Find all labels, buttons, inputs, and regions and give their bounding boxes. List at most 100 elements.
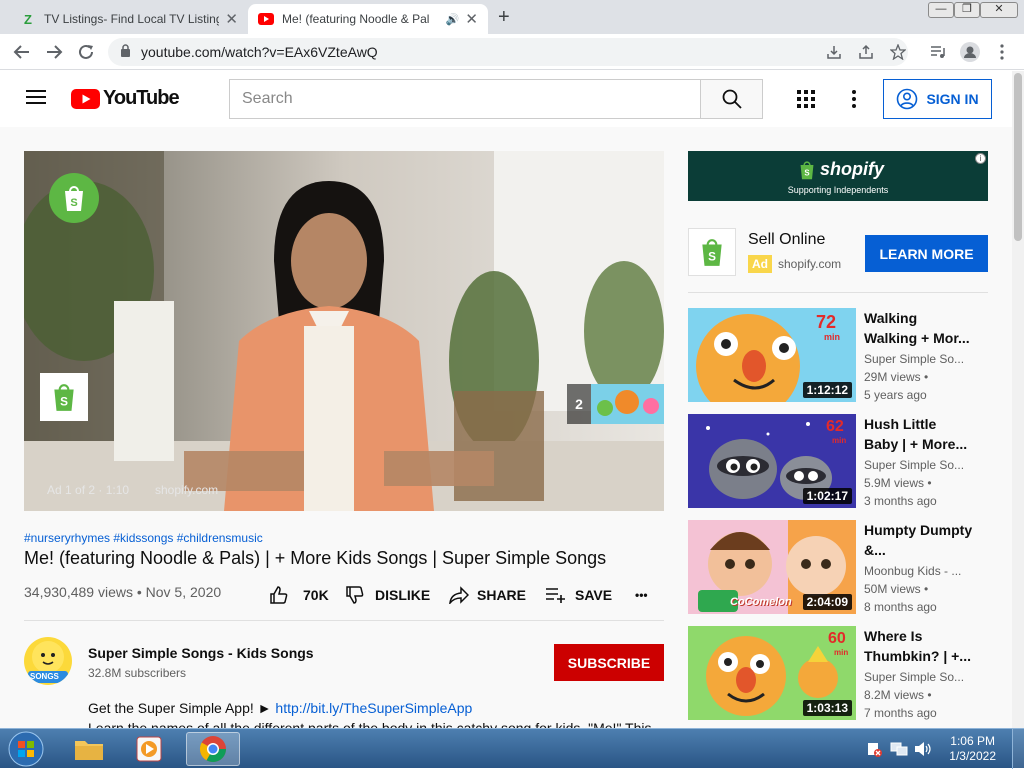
- share-label: SHARE: [477, 587, 527, 603]
- thumbs-up-icon: [270, 586, 288, 604]
- sign-in-button[interactable]: SIGN IN: [883, 79, 992, 119]
- url-text: youtube.com/watch?v=EAx6VZteAwQ: [141, 44, 378, 60]
- dislike-button[interactable]: DISLIKE: [345, 584, 430, 606]
- scrollbar-thumb[interactable]: [1014, 73, 1022, 241]
- taskbar-chrome[interactable]: [186, 732, 240, 766]
- subscribe-button[interactable]: SUBSCRIBE: [554, 644, 664, 681]
- media-control-button[interactable]: [926, 40, 950, 64]
- duration-badge-unit: min: [832, 436, 847, 445]
- back-button[interactable]: [10, 40, 34, 64]
- system-clock[interactable]: 1:06 PM 1/3/2022: [949, 734, 996, 764]
- youtube-icon: [258, 11, 274, 27]
- description-link[interactable]: http://bit.ly/TheSuperSimpleApp: [275, 700, 472, 716]
- shopify-bag-icon: S: [800, 161, 814, 179]
- save-button[interactable]: SAVE: [545, 584, 612, 606]
- hashtags[interactable]: #nurseryrhymes #kidssongs #childrensmusi…: [24, 531, 263, 545]
- action-center-icon[interactable]: [866, 741, 882, 762]
- recommendation-item[interactable]: 60 min 1:03:13 Where Is Thumbkin? | +...…: [688, 626, 988, 722]
- recommendation-title[interactable]: Hush Little Baby | + More...: [864, 414, 974, 454]
- recommendation-channel[interactable]: Super Simple So...: [864, 352, 964, 366]
- more-actions-button[interactable]: •••: [635, 584, 648, 606]
- recommendation-channel[interactable]: Moonbug Kids - ...: [864, 564, 964, 578]
- share-page-button[interactable]: [854, 40, 878, 64]
- start-button[interactable]: [4, 730, 48, 768]
- star-icon: [890, 44, 906, 60]
- recommendation-item[interactable]: 72 min 1:12:12 Walking Walking + Mor... …: [688, 308, 988, 404]
- close-icon[interactable]: ✕: [225, 10, 238, 28]
- description-line-1: Get the Super Simple App! ► http://bit.l…: [88, 700, 472, 716]
- show-desktop-button[interactable]: [1012, 729, 1024, 769]
- close-window-button[interactable]: ✕: [980, 2, 1018, 18]
- ad-headline[interactable]: Sell Online: [748, 231, 825, 249]
- arrow-left-icon: [13, 45, 29, 59]
- grid-icon: [797, 90, 815, 108]
- subscriber-count: 32.8M subscribers: [88, 666, 187, 680]
- video-thumbnail[interactable]: 72 min 1:12:12: [688, 308, 856, 402]
- ad-brand-thumbnail[interactable]: S: [40, 373, 88, 421]
- ad-info-icon[interactable]: i: [975, 153, 986, 164]
- shopify-logo-overlay[interactable]: S: [49, 173, 99, 223]
- recommendation-title[interactable]: Walking Walking + Mor...: [864, 308, 974, 348]
- taskbar-media-player[interactable]: [122, 732, 176, 766]
- scrollbar[interactable]: [1012, 71, 1024, 728]
- taskbar-file-explorer[interactable]: [62, 732, 116, 766]
- apps-button[interactable]: [797, 90, 815, 113]
- video-player[interactable]: S S 2: [24, 151, 664, 511]
- search-button[interactable]: [700, 79, 763, 119]
- maximize-button[interactable]: ❐: [954, 2, 980, 18]
- clock-date: 1/3/2022: [949, 749, 996, 763]
- channel-name[interactable]: Super Simple Songs - Kids Songs: [88, 645, 314, 661]
- video-thumbnail[interactable]: CoComelon 2:04:09: [688, 520, 856, 614]
- settings-menu-button[interactable]: [852, 90, 856, 113]
- like-count: 70K: [303, 587, 329, 603]
- volume-icon[interactable]: [914, 741, 932, 762]
- profile-button[interactable]: [958, 40, 982, 64]
- ad-advertiser-logo[interactable]: S: [688, 228, 736, 276]
- ad-domain: shopify.com: [778, 257, 842, 271]
- next-video-thumbnail: [597, 390, 659, 416]
- share-button[interactable]: SHARE: [449, 584, 526, 606]
- hamburger-menu-button[interactable]: [26, 89, 46, 110]
- network-icon[interactable]: [890, 741, 908, 762]
- like-button[interactable]: 70K: [269, 584, 329, 606]
- forward-button[interactable]: [42, 40, 66, 64]
- playlist-add-icon: [546, 588, 565, 603]
- description-line-2: Learn the names of all the different par…: [88, 720, 652, 728]
- url-field[interactable]: youtube.com/watch?v=EAx6VZteAwQ: [108, 38, 908, 66]
- duration-badge-unit: min: [834, 648, 849, 657]
- channel-avatar[interactable]: SONGS: [24, 637, 72, 685]
- search-input[interactable]: Search: [229, 79, 701, 119]
- ad-counter: Ad 1 of 2 · 1:10: [47, 483, 130, 497]
- youtube-logo[interactable]: YouTube: [71, 87, 180, 110]
- reload-button[interactable]: [74, 40, 98, 64]
- more-vertical-icon: [1000, 44, 1004, 60]
- video-thumbnail[interactable]: 62 min 1:02:17: [688, 414, 856, 508]
- ad-domain-link[interactable]: shopify.com: [155, 483, 218, 497]
- svg-text:S: S: [804, 168, 809, 177]
- recommendation-item[interactable]: CoComelon 2:04:09 Humpty Dumpty &... Moo…: [688, 520, 988, 616]
- recommendation-channel[interactable]: Super Simple So...: [864, 670, 964, 684]
- recommendation-channel[interactable]: Super Simple So...: [864, 458, 964, 472]
- thumbnail-brand-text: CoComelon: [730, 596, 792, 608]
- tab-youtube-video[interactable]: Me! (featuring Noodle & Pal 🔊 ✕: [248, 4, 488, 34]
- speaker-icon[interactable]: 🔊: [446, 13, 460, 26]
- next-video-preview[interactable]: [591, 384, 664, 424]
- tab-tv-listings[interactable]: Z TV Listings- Find Local TV Listing ✕: [10, 4, 248, 34]
- recommendation-item[interactable]: 62 min 1:02:17 Hush Little Baby | + More…: [688, 414, 988, 510]
- banner-brand: shopify: [820, 159, 885, 179]
- duration-badge-number: 72: [816, 312, 837, 332]
- close-icon[interactable]: ✕: [465, 10, 478, 28]
- shopify-banner-ad[interactable]: S shopify Supporting Independents i: [688, 151, 988, 201]
- tab-label: TV Listings- Find Local TV Listing: [44, 12, 220, 26]
- install-app-button[interactable]: [822, 40, 846, 64]
- recommendation-title[interactable]: Where Is Thumbkin? | +...: [864, 626, 974, 666]
- bookmark-button[interactable]: [886, 40, 910, 64]
- lock-icon[interactable]: [120, 44, 131, 60]
- minimize-button[interactable]: —: [928, 2, 954, 18]
- learn-more-button[interactable]: LEARN MORE: [865, 235, 988, 272]
- duration-badge-unit: min: [824, 332, 841, 342]
- new-tab-button[interactable]: +: [498, 6, 510, 29]
- video-thumbnail[interactable]: 60 min 1:03:13: [688, 626, 856, 720]
- chrome-menu-button[interactable]: [990, 40, 1014, 64]
- recommendation-title[interactable]: Humpty Dumpty &...: [864, 520, 974, 560]
